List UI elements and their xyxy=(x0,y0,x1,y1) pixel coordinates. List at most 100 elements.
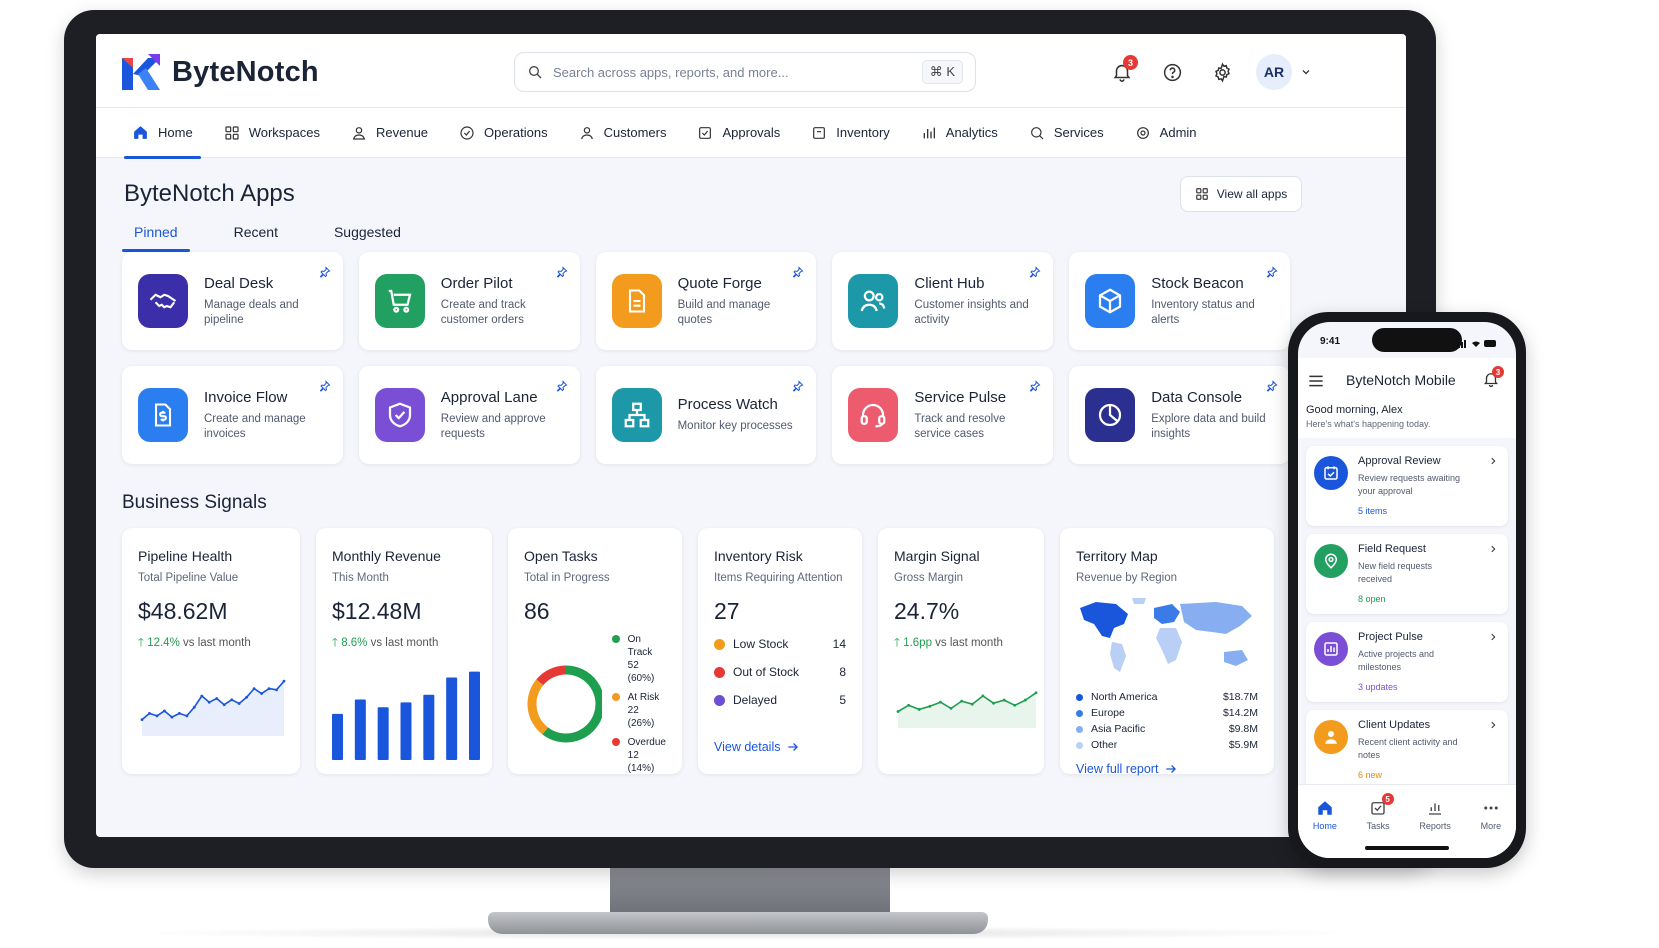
avatar: AR xyxy=(1256,54,1292,90)
notifications-button[interactable]: 3 xyxy=(1106,55,1138,88)
tab-suggested[interactable]: Suggested xyxy=(322,224,413,252)
gear-icon xyxy=(1214,62,1230,82)
chart-point xyxy=(192,705,196,709)
chart-point xyxy=(1013,703,1017,707)
app-tile-approval-lane[interactable]: Approval Lane Review and approve requests xyxy=(358,366,580,464)
pipeline-line-chart xyxy=(140,679,286,736)
search-shortcut: ⌘ K xyxy=(921,60,963,84)
home-icon xyxy=(134,126,147,139)
notification-badge: 3 xyxy=(1123,55,1138,70)
margin-value: 24.7% xyxy=(894,598,960,624)
open-tasks-card[interactable]: Open Tasks Total in Progress 86 On Track… xyxy=(508,528,682,774)
pipeline-health-card[interactable]: Pipeline Health Total Pipeline Value $48… xyxy=(122,528,300,774)
app-tile-process-watch[interactable]: Process Watch Monitor key processes xyxy=(595,366,817,464)
monthly-revenue-card[interactable]: Monthly Revenue This Month $12.48M 🡑 8.6… xyxy=(316,528,492,774)
menu-icon[interactable] xyxy=(1308,374,1324,388)
app-tile-invoice-flow[interactable]: Invoice Flow Create and manage invoices xyxy=(122,366,343,464)
revenue-bar xyxy=(354,699,366,760)
chart-point xyxy=(170,715,174,719)
mobile-tab-more[interactable]: More xyxy=(1481,799,1501,858)
mobile-notifications-button[interactable]: 3 xyxy=(1482,366,1504,393)
arrow-up-icon: 🡑 xyxy=(138,637,148,649)
signals-row: Pipeline Health Total Pipeline Value $48… xyxy=(122,528,1274,776)
pin-icon[interactable] xyxy=(1029,380,1041,392)
app-tile-quote-forge[interactable]: Quote Forge Build and manage quotes xyxy=(595,252,817,350)
nav-item-services[interactable]: Services xyxy=(1017,108,1116,158)
help-icon xyxy=(1163,63,1181,81)
chart-point xyxy=(1002,698,1006,702)
nav-item-workspaces[interactable]: Workspaces xyxy=(212,108,332,158)
nav-item-approvals[interactable]: Approvals xyxy=(685,108,792,158)
nav-item-customers[interactable]: Customers xyxy=(567,108,679,158)
document-icon xyxy=(611,274,662,328)
settings-button[interactable] xyxy=(1206,56,1238,88)
mobile-card-project-pulse[interactable]: Project Pulse Active projects and milest… xyxy=(1306,622,1508,702)
view-full-report-link[interactable]: View full report xyxy=(1076,762,1178,776)
mobile-card-client-updates[interactable]: Client Updates Recent client activity an… xyxy=(1306,710,1508,790)
pin-icon[interactable] xyxy=(556,380,568,392)
monitor-base xyxy=(488,912,988,934)
headset-icon xyxy=(848,388,899,442)
chart-point xyxy=(970,702,974,706)
pin-icon[interactable] xyxy=(556,266,568,278)
tasks-donut-chart xyxy=(527,665,602,743)
revenue-bar xyxy=(332,713,343,760)
nav-item-operations[interactable]: Operations xyxy=(447,108,560,158)
chart-point xyxy=(275,688,278,692)
chart-point xyxy=(252,687,256,690)
pin-icon[interactable] xyxy=(1266,266,1278,278)
invoice-icon xyxy=(138,388,188,442)
nav-item-admin[interactable]: Admin xyxy=(1123,108,1209,158)
pin-icon[interactable] xyxy=(792,380,804,392)
chart-point xyxy=(939,700,942,704)
shield-icon xyxy=(460,125,474,140)
chart-point xyxy=(200,694,204,698)
pipeline-value: $48.62M xyxy=(138,598,228,624)
tasks-value: 86 xyxy=(524,598,550,624)
tab-pinned[interactable]: Pinned xyxy=(122,224,190,252)
cube-icon xyxy=(1085,274,1136,328)
tab-recent[interactable]: Recent xyxy=(222,224,290,252)
mobile-screen: 9:41 ByteNotch Mobile 3 Good morning, Al… xyxy=(1298,322,1516,858)
brand-name: ByteNotch xyxy=(172,55,319,88)
pin-icon[interactable] xyxy=(319,380,331,392)
app-tile-stock-beacon[interactable]: Stock Beacon Inventory status and alerts xyxy=(1069,252,1290,350)
tasks-legend: On Track 52 (60%) At Risk 22 (26%) Overdue… xyxy=(611,633,666,775)
app-tile-data-console[interactable]: Data Console Explore data and build insig… xyxy=(1069,366,1290,464)
pin-icon[interactable] xyxy=(1266,380,1278,392)
chart-point xyxy=(282,679,286,683)
view-all-apps-button[interactable]: View all apps xyxy=(1180,176,1302,212)
nav-item-inventory[interactable]: Inventory xyxy=(799,108,901,158)
app-tile-service-pulse[interactable]: Service Pulse Track and resolve service c… xyxy=(832,366,1054,464)
chart-area xyxy=(142,681,284,736)
margin-signal-card[interactable]: Margin Signal Gross Margin 24.7% 🡑 1.6pp… xyxy=(878,528,1044,774)
view-details-link[interactable]: View details xyxy=(714,740,800,754)
bar-chart-icon xyxy=(923,127,935,138)
handshake-icon xyxy=(138,274,188,328)
mobile-card-field-request[interactable]: Field Request New field requests receive… xyxy=(1306,534,1508,614)
chart-point xyxy=(992,701,995,705)
help-button[interactable] xyxy=(1156,56,1188,88)
pin-icon[interactable] xyxy=(319,266,331,278)
inventory-risk-card[interactable]: Inventory Risk Items Requiring Attention… xyxy=(698,528,862,774)
app-tile-order-pilot[interactable]: Order Pilot Create and track customer ord… xyxy=(358,252,580,350)
greeting-subtitle: Here's what's happening today. xyxy=(1306,419,1431,429)
grid-icon xyxy=(1195,188,1208,200)
app-tile-deal-desk[interactable]: Deal Desk Manage deals and pipeline xyxy=(122,252,343,350)
nav-item-analytics[interactable]: Analytics xyxy=(909,108,1010,158)
status-time: 9:41 xyxy=(1320,336,1341,347)
nav-item-revenue[interactable]: Revenue xyxy=(339,108,440,158)
pin-icon[interactable] xyxy=(792,266,804,278)
pin-icon[interactable] xyxy=(1029,266,1041,278)
chart-point xyxy=(896,710,900,713)
monitor-stand xyxy=(610,866,890,916)
territory-map-card[interactable]: Territory Map Revenue by Region North Am… xyxy=(1060,528,1274,776)
brand-logo[interactable]: ByteNotch xyxy=(122,54,319,90)
user-menu[interactable]: AR xyxy=(1256,54,1312,90)
search-input[interactable] xyxy=(553,64,922,80)
mobile-tab-home[interactable]: Home xyxy=(1313,799,1337,858)
app-tile-client-hub[interactable]: Client Hub Customer insights and activity xyxy=(832,252,1054,350)
nav-item-home[interactable]: Home xyxy=(120,108,205,159)
global-search[interactable]: ⌘ K xyxy=(514,52,976,92)
mobile-card-approval-review[interactable]: Approval Review Review requests awaiting… xyxy=(1306,446,1508,526)
